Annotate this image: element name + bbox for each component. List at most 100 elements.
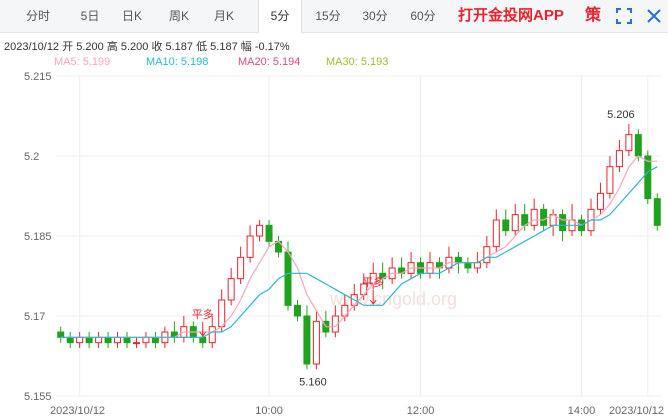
candle-body <box>417 262 425 274</box>
candle-body <box>596 192 604 210</box>
tab-5[interactable]: 月K <box>205 0 243 32</box>
candle-body <box>521 214 529 226</box>
candle-body <box>559 214 567 232</box>
candle-body <box>322 320 330 333</box>
x-tick-label: 2023/10/12 <box>50 405 105 417</box>
watermark-text: www.cngold.org <box>329 289 457 309</box>
candle-body <box>284 251 292 306</box>
candle-body <box>151 336 159 344</box>
tab-1[interactable]: 分时 <box>12 0 64 32</box>
candle-body <box>85 336 93 344</box>
ma-legend-3: MA20: 5.194 <box>238 56 301 68</box>
candle-body <box>208 326 216 344</box>
candle-body <box>189 326 197 338</box>
candle-body <box>369 272 377 285</box>
marker-arrow-icon <box>199 322 207 337</box>
candle-body <box>360 283 368 296</box>
candle-body <box>114 336 122 344</box>
candle-body <box>331 315 339 333</box>
candle-body <box>132 342 140 345</box>
candle-body <box>511 214 519 232</box>
ohlc-info-line: 2023/10/12 开 5.200 高 5.200 收 5.187 低 5.1… <box>4 38 290 54</box>
candle-body <box>256 224 264 237</box>
candle-body <box>95 336 103 344</box>
candle-body <box>578 219 586 232</box>
close-value: 5.187 <box>165 41 194 53</box>
candle-body <box>540 208 548 226</box>
tab-7[interactable]: 15分 <box>308 0 348 32</box>
x-tick-label: 10:00 <box>255 405 283 417</box>
close-icon[interactable] <box>644 6 664 26</box>
y-tick-label: 5.215 <box>24 71 52 83</box>
candle-body <box>161 331 169 344</box>
candle-body <box>625 134 633 152</box>
candle-body <box>341 304 349 317</box>
info-date: 2023/10/12 <box>4 41 60 53</box>
marker-arrow-icon <box>369 290 377 305</box>
candle-body <box>568 219 576 232</box>
high-label: 高 <box>106 41 118 53</box>
candle-body <box>483 246 491 264</box>
tab-9[interactable]: 60分 <box>402 0 444 32</box>
trade-marker-label: 平多 <box>192 307 214 321</box>
change-value: -0.17% <box>254 41 290 53</box>
candle-body <box>426 262 434 274</box>
expand-icon[interactable] <box>614 6 634 26</box>
candle-body <box>398 267 406 274</box>
ma-line-ma5 <box>60 155 658 338</box>
close-label: 收 <box>151 41 163 53</box>
y-tick-label: 5.155 <box>24 391 52 403</box>
ma-legend-2: MA10: 5.198 <box>146 56 209 68</box>
low-annotation: 5.160 <box>299 376 327 388</box>
low-label: 低 <box>196 41 208 53</box>
open-app-link[interactable]: 打开金投网APP <box>458 0 564 32</box>
candle-body <box>606 166 614 194</box>
tab-8[interactable]: 30分 <box>355 0 395 32</box>
candle-body <box>615 150 623 168</box>
tab-6[interactable]: 5分 <box>258 0 302 33</box>
candle-body <box>142 336 150 344</box>
candle-body <box>123 336 131 344</box>
high-value: 5.200 <box>120 41 149 53</box>
candle-body <box>492 219 500 248</box>
change-label: 幅 <box>240 41 252 53</box>
candle-body <box>388 267 396 280</box>
candle-body <box>66 336 74 344</box>
high-annotation: 5.206 <box>607 109 635 121</box>
candle-body <box>199 336 207 344</box>
candle-body <box>265 224 273 242</box>
candle-body <box>227 278 235 301</box>
candle-body <box>180 326 188 338</box>
ma-line-ma10 <box>60 166 658 338</box>
candle-body <box>303 315 311 365</box>
candle-body <box>549 214 557 226</box>
candle-body <box>587 208 595 232</box>
candle-body <box>407 262 415 274</box>
y-tick-label: 5.185 <box>24 231 52 243</box>
y-tick-label: 5.2 <box>24 151 39 163</box>
candle-body <box>104 336 112 344</box>
open-value: 5.200 <box>76 41 104 53</box>
candle-body <box>530 208 538 226</box>
candle-body <box>170 331 178 338</box>
candle-body <box>237 256 245 280</box>
candle-body <box>246 235 254 258</box>
candle-body <box>634 134 642 157</box>
open-label: 开 <box>62 41 74 53</box>
candle-body <box>350 294 358 306</box>
trade-marker-label: 平多 <box>362 275 384 289</box>
x-tick-label: 2023/10/12 <box>609 405 664 417</box>
tab-3[interactable]: 日K <box>113 0 151 32</box>
ma-legend-1: MA5: 5.199 <box>54 56 111 68</box>
candle-body <box>445 256 453 269</box>
tab-4[interactable]: 周K <box>160 0 198 32</box>
candle-body <box>312 320 320 365</box>
candle-body <box>464 262 472 269</box>
x-tick-label: 12:00 <box>407 405 435 417</box>
candle-body <box>502 219 510 232</box>
tab-2[interactable]: 5日 <box>72 0 108 32</box>
y-tick-label: 5.17 <box>24 311 45 323</box>
ma-legend-4: MA30: 5.193 <box>326 56 389 68</box>
strategy-button[interactable]: 策 <box>585 0 601 32</box>
x-tick-label: 14:00 <box>568 405 596 417</box>
